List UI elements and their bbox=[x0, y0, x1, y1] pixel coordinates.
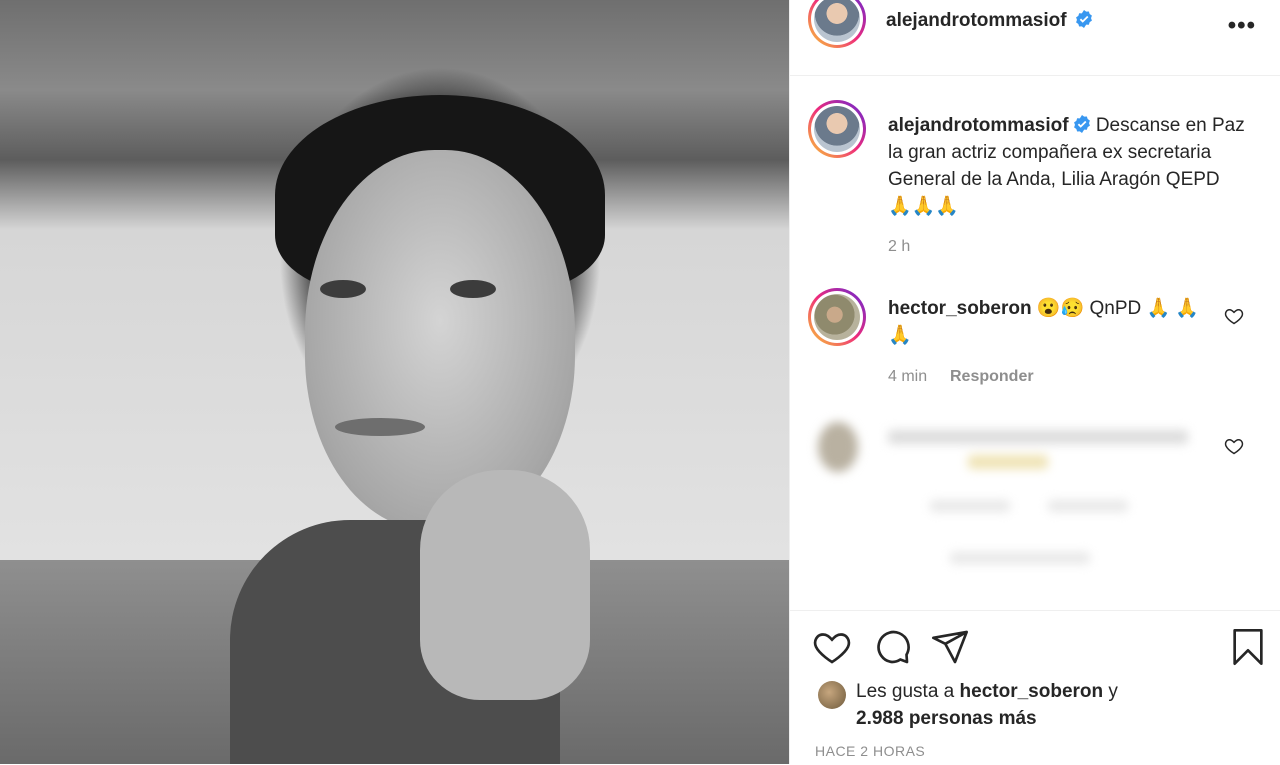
comment-reply-button[interactable]: Responder bbox=[950, 368, 1034, 386]
post-header: alejandrotommasiof ••• bbox=[790, 0, 1280, 76]
comment-time: 4 min bbox=[888, 368, 928, 385]
verified-badge-icon bbox=[1076, 10, 1092, 28]
heart-icon[interactable] bbox=[812, 627, 852, 667]
comment-username[interactable]: hector_soberon bbox=[888, 298, 1032, 319]
post-timestamp[interactable]: HACE 2 HORAS bbox=[815, 743, 925, 759]
verified-badge-icon bbox=[1073, 115, 1090, 133]
likes-count[interactable]: 2.988 personas más bbox=[856, 708, 1037, 729]
comment-like-heart-icon[interactable] bbox=[1224, 436, 1244, 456]
author-name-row: alejandrotommasiof bbox=[886, 10, 1093, 32]
likes-connector: y bbox=[1108, 681, 1118, 702]
post-actions: Les gusta a hector_soberon y 2.988 perso… bbox=[790, 610, 1280, 765]
bookmark-icon[interactable] bbox=[1228, 627, 1268, 667]
caption-username[interactable]: alejandrotommasiof bbox=[888, 115, 1069, 136]
likes-prefix: Les gusta a bbox=[856, 681, 955, 702]
caption: alejandrotommasiof Descanse en Paz la gr… bbox=[888, 112, 1248, 220]
comment-icon[interactable] bbox=[872, 627, 912, 667]
comment: hector_soberon 😮😥 QnPD 🙏 🙏🙏 bbox=[888, 295, 1208, 349]
photo-mouth bbox=[335, 418, 425, 436]
comment-avatar[interactable] bbox=[808, 288, 866, 346]
photo-eye-left bbox=[320, 280, 366, 298]
liker-avatar[interactable] bbox=[818, 681, 846, 709]
caption-author-avatar[interactable] bbox=[808, 100, 866, 158]
comment-like-heart-icon[interactable] bbox=[1224, 306, 1244, 326]
author-username[interactable]: alejandrotommasiof bbox=[886, 10, 1067, 31]
author-avatar[interactable] bbox=[808, 0, 866, 48]
likes-user[interactable]: hector_soberon bbox=[960, 681, 1104, 702]
likes-summary: Les gusta a hector_soberon y 2.988 perso… bbox=[856, 678, 1118, 732]
post-photo[interactable] bbox=[0, 0, 789, 764]
share-icon[interactable] bbox=[930, 627, 970, 667]
post-sidebar: alejandrotommasiof ••• alejandrotommasio… bbox=[789, 0, 1280, 764]
caption-time: 2 h bbox=[888, 238, 911, 255]
photo-eye-right bbox=[450, 280, 496, 298]
photo-hand bbox=[420, 470, 590, 700]
more-options-icon[interactable]: ••• bbox=[1228, 12, 1256, 40]
